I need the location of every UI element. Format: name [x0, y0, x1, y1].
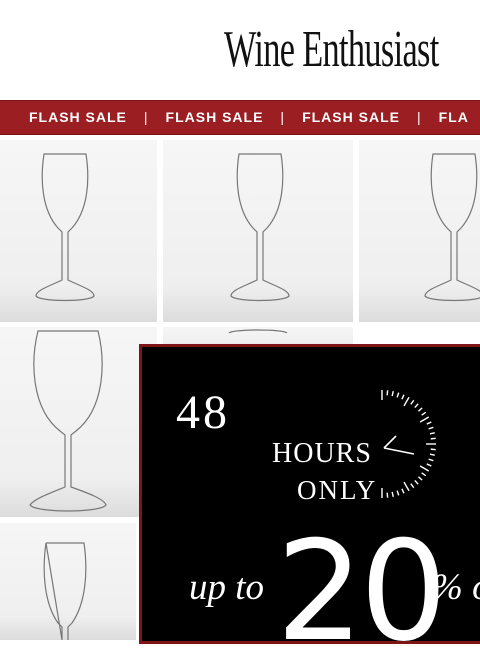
only-label: ONLY [297, 475, 378, 505]
clock-tick [403, 481, 410, 492]
wine-glass-icon [43, 542, 87, 640]
clock-tick [410, 399, 415, 405]
clock-tick [430, 437, 436, 440]
discount-value: 20 [276, 511, 448, 672]
product-photo[interactable] [163, 140, 353, 322]
clock-tick [401, 488, 405, 494]
clock-tick [391, 391, 394, 397]
hours-label: HOURS [272, 438, 372, 469]
clock-tick [419, 465, 430, 472]
clock-tick [401, 394, 405, 400]
product-photo[interactable] [0, 327, 157, 517]
clock-tick [417, 476, 423, 481]
banner-item: FLA [438, 109, 469, 125]
banner-separator: | [280, 109, 286, 125]
wine-glass-icon [29, 330, 107, 512]
clock-tick [410, 483, 415, 489]
clock-tick [428, 426, 434, 430]
banner-item: FLASH SALE [165, 109, 264, 125]
clock-tick [403, 396, 410, 407]
clock-tick [430, 448, 436, 451]
clock-tick [396, 392, 400, 398]
clock-tick [429, 432, 435, 435]
banner-separator: | [143, 109, 149, 125]
flash-sale-banner[interactable]: FLASH SALE | FLASH SALE | FLASH SALE | FLA [0, 100, 480, 135]
brand-logo[interactable]: Wine Enthusiast [224, 22, 439, 78]
clock-tick [396, 490, 400, 496]
product-photo[interactable] [359, 140, 480, 322]
clock-tick [386, 492, 389, 498]
clock-tick [421, 472, 427, 477]
clock-tick [417, 407, 423, 412]
clock-tick [414, 479, 419, 485]
product-photo[interactable] [0, 523, 136, 640]
product-photo[interactable] [0, 140, 157, 322]
clock-tick [428, 458, 434, 462]
clock-tick [414, 403, 419, 409]
banner-item: FLASH SALE [302, 109, 400, 125]
clock-icon [381, 390, 436, 498]
clock-tick [391, 491, 394, 497]
wine-glass-icon [35, 153, 95, 302]
banner-separator: | [416, 109, 422, 125]
clock-tick [386, 390, 389, 396]
wine-glass-icon [230, 153, 290, 302]
clock-tick [419, 416, 430, 423]
clock-tick [429, 453, 435, 456]
clock-tick [421, 411, 427, 416]
percent-label: % o [432, 567, 480, 608]
clock-tick [426, 421, 432, 425]
up-to-label: up to [189, 567, 265, 608]
banner-item: FLASH SALE [29, 109, 127, 125]
hours-number: 48 [176, 386, 230, 439]
wine-glass-icon [424, 153, 480, 302]
clock-tick [426, 463, 432, 467]
